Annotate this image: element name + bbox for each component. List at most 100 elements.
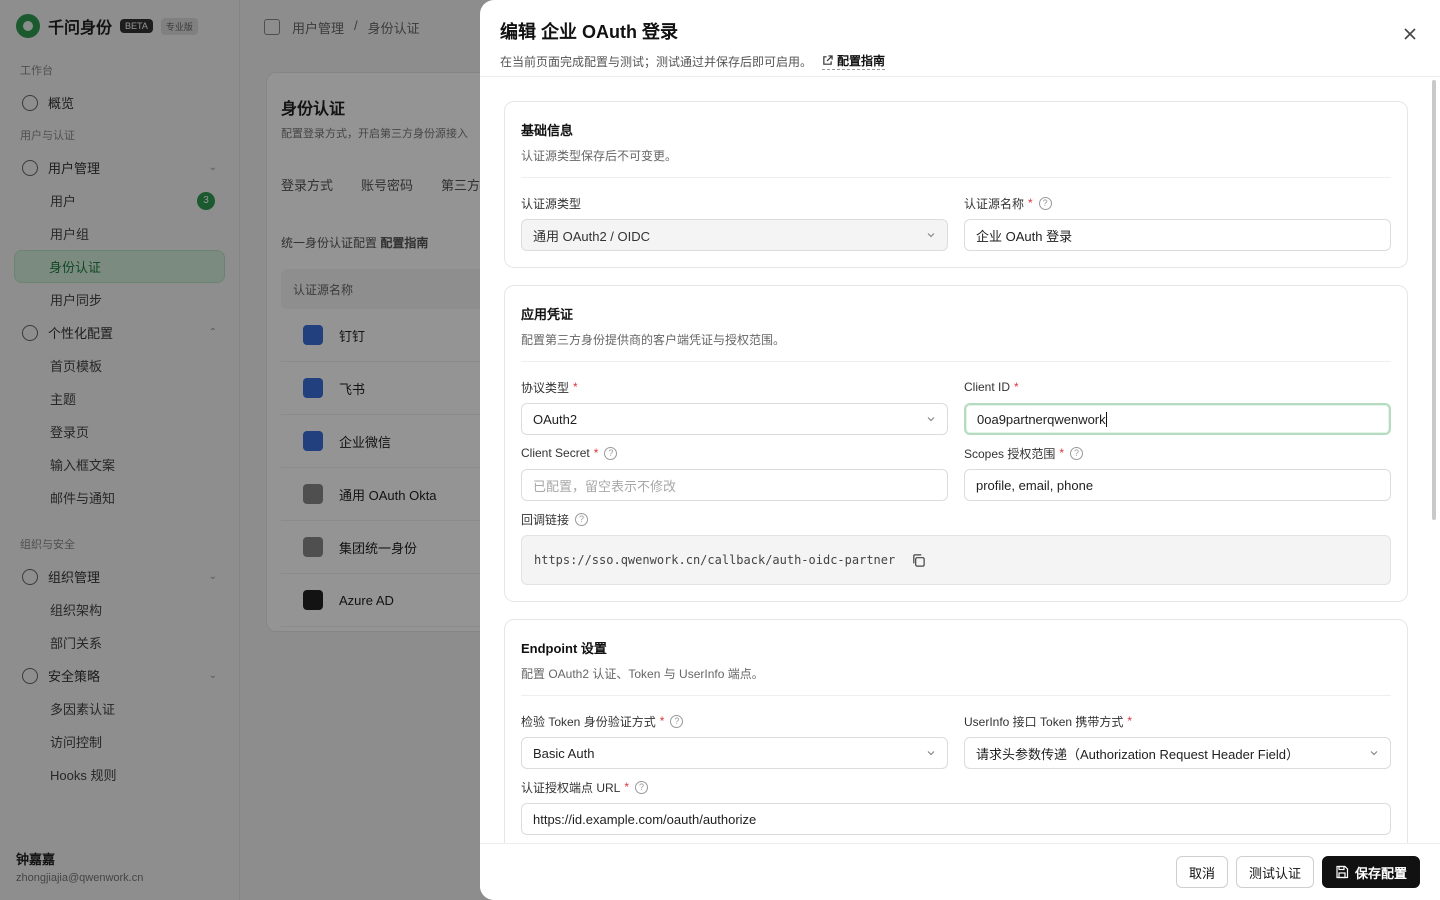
chevron-down-icon — [927, 233, 935, 238]
divider — [521, 695, 1391, 696]
input-value: https://id.example.com/oauth/authorize — [533, 811, 757, 827]
section-credentials: 应用凭证 配置第三方身份提供商的客户端凭证与授权范围。 协议类型 * OAuth2… — [504, 285, 1408, 602]
input-value: profile, email, phone — [976, 477, 1094, 493]
label-text: 认证授权端点 URL — [521, 780, 621, 795]
guide-link-label: 配置指南 — [837, 54, 886, 68]
test-auth-button[interactable]: 测试认证 — [1235, 856, 1314, 888]
chevron-down-icon — [927, 417, 935, 422]
required-mark: * — [1127, 714, 1133, 728]
drawer-body: 基础信息 认证源类型保存后不可变更。 认证源类型 通用 OAuth2 / OID… — [480, 77, 1440, 843]
select-value: Basic Auth — [533, 745, 595, 761]
save-icon — [1336, 865, 1349, 879]
section-title: 应用凭证 — [521, 307, 574, 322]
required-mark: * — [624, 780, 630, 794]
section-desc: 认证源类型保存后不可变更。 — [521, 149, 678, 163]
divider — [521, 177, 1391, 178]
client-id-input[interactable]: 0oa9partnerqwenwork — [964, 403, 1391, 435]
help-icon[interactable]: ? — [635, 780, 649, 794]
field-label: Scopes 授权范围 *? — [964, 445, 1391, 461]
button-label: 取消 — [1188, 865, 1215, 881]
field-callback: 回调链接? https://sso.qwenwork.cn/callback/a… — [521, 511, 1391, 585]
client-secret-input[interactable]: 已配置，留空表示不修改 — [521, 469, 948, 501]
label-text: 协议类型 — [521, 380, 570, 395]
token-auth-select[interactable]: Basic Auth — [521, 737, 948, 769]
subtitle-text: 在当前页面完成配置与测试；测试通过并保存后即可启用。 — [500, 54, 813, 69]
label-text: Client Secret — [521, 446, 590, 460]
label-text: UserInfo 接口 Token 携带方式 — [964, 714, 1124, 729]
help-icon[interactable]: ? — [1038, 196, 1052, 210]
drawer-subtitle: 在当前页面完成配置与测试；测试通过并保存后即可启用。 配置指南 — [500, 52, 1420, 70]
form-grid: 检验 Token 身份验证方式 *? Basic Auth UserInfo 接口… — [521, 713, 1391, 835]
required-mark: * — [573, 380, 578, 394]
button-label: 保存配置 — [1354, 865, 1407, 881]
field-protocol: 协议类型 * OAuth2 — [521, 379, 948, 435]
form-grid: 协议类型 * OAuth2 Client ID * 0oa9partnerqwenw… — [521, 379, 1391, 585]
section-title: 基础信息 — [521, 123, 574, 138]
input-value: 0oa9partnerqwenwork — [977, 411, 1106, 427]
cancel-button[interactable]: 取消 — [1175, 856, 1228, 888]
field-scopes: Scopes 授权范围 *? profile, email, phone — [964, 445, 1391, 501]
select-value: 请求头参数传递（Authorization Request Header Fie… — [976, 746, 1299, 762]
label-text: Client ID — [964, 380, 1011, 394]
field-label: UserInfo 接口 Token 携带方式 * — [964, 713, 1391, 729]
external-link-icon — [823, 55, 833, 65]
drawer-footer: 取消 测试认证 保存配置 — [480, 843, 1440, 900]
drawer-header: 编辑 企业 OAuth 登录 在当前页面完成配置与测试；测试通过并保存后即可启用… — [480, 0, 1440, 77]
callback-url-box: https://sso.qwenwork.cn/callback/auth-oi… — [521, 535, 1391, 585]
field-label: Client Secret *? — [521, 445, 948, 461]
required-mark: * — [1059, 446, 1065, 460]
field-client-secret: Client Secret *? 已配置，留空表示不修改 — [521, 445, 948, 501]
required-mark: * — [1014, 380, 1019, 394]
source-name-input[interactable]: 企业 OAuth 登录 — [964, 219, 1391, 251]
chevron-down-icon — [1370, 751, 1378, 756]
field-label: 认证源类型 — [521, 195, 948, 211]
section-desc: 配置第三方身份提供商的客户端凭证与授权范围。 — [521, 333, 786, 347]
form-grid: 认证源类型 通用 OAuth2 / OIDC 认证源名称 *? 企业 OAuth … — [521, 195, 1391, 251]
scopes-input[interactable]: profile, email, phone — [964, 469, 1391, 501]
userinfo-method-select[interactable]: 请求头参数传递（Authorization Request Header Fie… — [964, 737, 1391, 769]
help-icon[interactable]: ? — [604, 446, 618, 460]
help-icon[interactable]: ? — [575, 512, 589, 526]
field-source-type: 认证源类型 通用 OAuth2 / OIDC — [521, 195, 948, 251]
field-source-name: 认证源名称 *? 企业 OAuth 登录 — [964, 195, 1391, 251]
save-button[interactable]: 保存配置 — [1321, 856, 1420, 888]
scrollbar[interactable] — [1432, 80, 1436, 520]
field-label: 协议类型 * — [521, 379, 948, 395]
input-value: 企业 OAuth 登录 — [976, 228, 1073, 244]
button-label: 测试认证 — [1248, 865, 1301, 881]
input-placeholder: 已配置，留空表示不修改 — [533, 478, 677, 494]
chevron-down-icon — [927, 751, 935, 756]
section-endpoint: Endpoint 设置 配置 OAuth2 认证、Token 与 UserInf… — [504, 619, 1408, 843]
field-token-auth: 检验 Token 身份验证方式 *? Basic Auth — [521, 713, 948, 769]
source-type-select: 通用 OAuth2 / OIDC — [521, 219, 948, 251]
close-icon[interactable] — [1402, 26, 1418, 42]
help-icon[interactable]: ? — [670, 714, 684, 728]
section-desc: 配置 OAuth2 认证、Token 与 UserInfo 端点。 — [521, 667, 764, 681]
divider — [521, 361, 1391, 362]
field-label: 认证源名称 *? — [964, 195, 1391, 211]
edit-drawer: 编辑 企业 OAuth 登录 在当前页面完成配置与测试；测试通过并保存后即可启用… — [480, 0, 1440, 900]
callback-url: https://sso.qwenwork.cn/callback/auth-oi… — [534, 553, 896, 567]
section-basic-info: 基础信息 认证源类型保存后不可变更。 认证源类型 通用 OAuth2 / OID… — [504, 101, 1408, 268]
required-mark: * — [1028, 196, 1033, 210]
field-userinfo-method: UserInfo 接口 Token 携带方式 * 请求头参数传递（Authoriz… — [964, 713, 1391, 769]
copy-icon[interactable] — [911, 553, 926, 568]
help-icon[interactable]: ? — [1070, 446, 1084, 460]
guide-link[interactable]: 配置指南 — [822, 52, 886, 70]
select-value: 通用 OAuth2 / OIDC — [533, 228, 651, 244]
authorize-url-input[interactable]: https://id.example.com/oauth/authorize — [521, 803, 1391, 835]
field-client-id: Client ID * 0oa9partnerqwenwork — [964, 379, 1391, 435]
field-label: 回调链接? — [521, 511, 1391, 527]
select-value: OAuth2 — [533, 411, 578, 427]
label-text: 认证源类型 — [521, 196, 582, 211]
field-label: Client ID * — [964, 379, 1391, 395]
required-mark: * — [659, 714, 665, 728]
text-cursor — [1105, 411, 1107, 427]
protocol-select[interactable]: OAuth2 — [521, 403, 948, 435]
label-text: 回调链接 — [521, 512, 570, 527]
field-label: 检验 Token 身份验证方式 *? — [521, 713, 948, 729]
label-text: 认证源名称 — [964, 196, 1025, 211]
drawer-title: 编辑 企业 OAuth 登录 — [500, 22, 678, 42]
label-text: 检验 Token 身份验证方式 — [521, 714, 656, 729]
label-text: Scopes 授权范围 — [964, 446, 1056, 461]
